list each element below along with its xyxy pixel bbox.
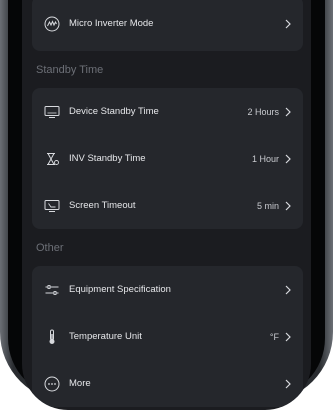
inv-standby-time-row[interactable]: INV Standby Time 1 Hour	[32, 135, 303, 182]
chevron-right-icon	[283, 379, 293, 389]
device-standby-time-value: 2 Hours	[247, 106, 279, 117]
micro-inverter-mode-row[interactable]: Micro Inverter Mode	[32, 0, 303, 51]
inverter-card: Micro Inverter Mode	[32, 0, 303, 51]
thermometer-icon	[44, 329, 60, 345]
inv-standby-time-value: 1 Hour	[251, 153, 279, 164]
hourglass-icon	[44, 151, 60, 167]
device-standby-time-row[interactable]: Device Standby Time 2 Hours	[32, 88, 303, 135]
chevron-right-icon	[283, 154, 293, 164]
equipment-specification-label: Equipment Specification	[69, 284, 171, 295]
screen-timeout-icon	[44, 198, 60, 214]
inv-standby-time-label: INV Standby Time	[69, 153, 146, 164]
temperature-unit-row[interactable]: Temperature Unit °F	[32, 313, 303, 360]
specification-sliders-icon	[44, 282, 60, 298]
device-standby-time-label: Device Standby Time	[69, 106, 159, 117]
other-header: Other	[36, 242, 64, 254]
more-label: More	[69, 378, 91, 389]
micro-inverter-mode-label: Micro Inverter Mode	[69, 18, 154, 29]
temperature-unit-value: °F	[269, 331, 279, 342]
screen-timeout-label: Screen Timeout	[69, 200, 136, 211]
micro-inverter-icon	[44, 16, 60, 32]
chevron-right-icon	[283, 201, 293, 211]
chevron-right-icon	[283, 285, 293, 295]
more-row[interactable]: More	[32, 360, 303, 407]
standby-time-header: Standby Time	[36, 64, 104, 76]
screen-timeout-value: 5 min	[256, 200, 279, 211]
device-standby-icon	[44, 104, 60, 120]
temperature-unit-label: Temperature Unit	[69, 331, 142, 342]
screen-timeout-row[interactable]: Screen Timeout 5 min	[32, 182, 303, 229]
standby-card: Device Standby Time 2 Hours INV Standby …	[32, 88, 303, 229]
chevron-right-icon	[283, 332, 293, 342]
other-card: Equipment Specification Temperature Unit…	[32, 266, 303, 407]
chevron-right-icon	[283, 19, 293, 29]
equipment-specification-row[interactable]: Equipment Specification	[32, 266, 303, 313]
settings-screen: Micro Inverter Mode Standby Time Device …	[22, 0, 311, 410]
chevron-right-icon	[283, 107, 293, 117]
more-dots-icon	[44, 376, 60, 392]
